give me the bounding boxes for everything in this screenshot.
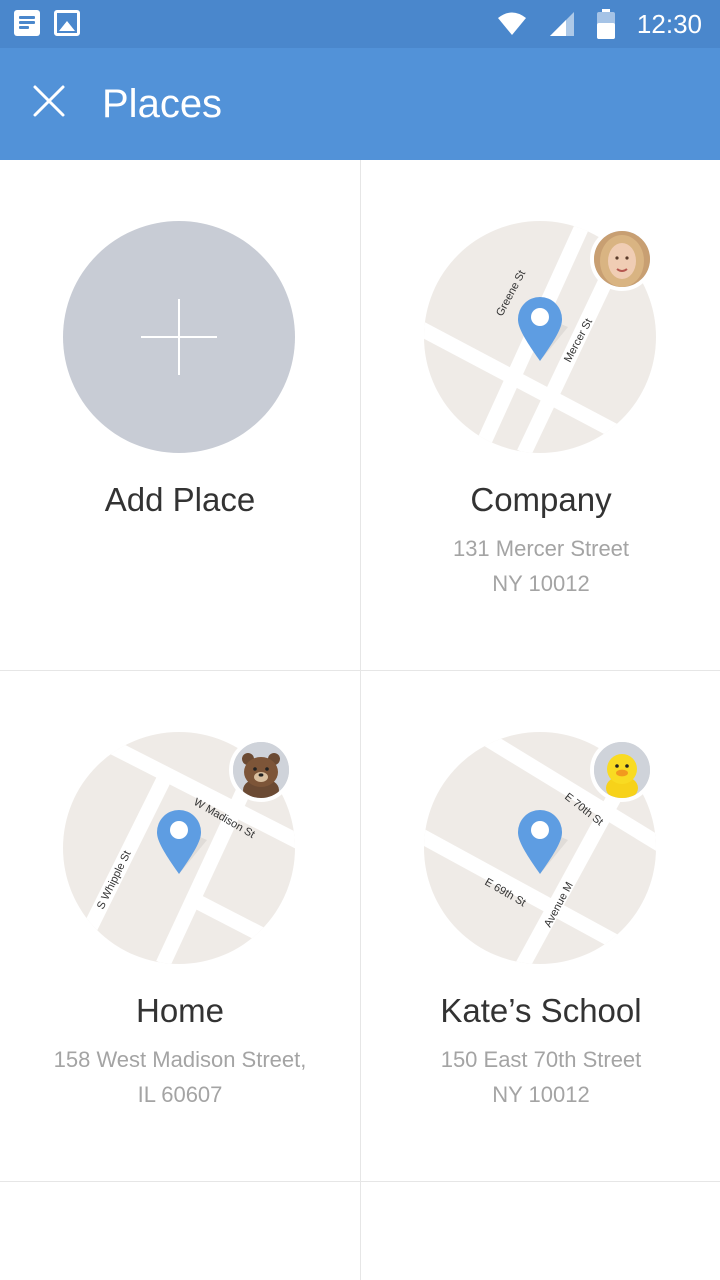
clock: 12:30 (636, 9, 702, 39)
signal-icon (549, 12, 574, 36)
add-place-button[interactable] (63, 221, 295, 453)
empty-tile (361, 1182, 720, 1280)
add-place-tile[interactable]: Add Place (0, 160, 360, 670)
place-address: 158 West Madison Street, (53, 1047, 307, 1072)
place-name: Home (135, 992, 225, 1029)
place-name: Company (470, 481, 612, 518)
battery-icon (596, 9, 615, 39)
app-bar: Places (0, 48, 720, 160)
close-icon (33, 85, 65, 117)
bear-avatar (229, 738, 293, 802)
wifi-icon (497, 12, 526, 35)
woman-avatar (590, 227, 654, 291)
chick-avatar (590, 738, 654, 802)
place-card-home[interactable]: W Madison St S Whipple St Home 158 West … (0, 671, 360, 1181)
places-grid: Add Place Greene St Mercer St Company 13… (0, 160, 720, 1280)
place-zip: NY 10012 (492, 571, 590, 596)
place-card-kates-school[interactable]: E 70th St E 69th St Avenue M Kate’s Scho… (361, 671, 720, 1181)
notes-icon (14, 10, 40, 36)
page-title: Places (102, 82, 223, 126)
place-address: 150 East 70th Street (440, 1047, 642, 1072)
place-zip: NY 10012 (492, 1082, 590, 1107)
place-zip: IL 60607 (137, 1082, 223, 1107)
close-button[interactable] (26, 78, 72, 124)
place-address: 131 Mercer Street (452, 536, 630, 561)
plus-icon (141, 299, 217, 375)
image-icon (54, 10, 80, 36)
empty-tile (0, 1182, 360, 1280)
status-bar: 12:30 (0, 0, 720, 48)
place-name: Kate’s School (440, 992, 642, 1029)
add-place-label: Add Place (104, 481, 256, 518)
place-card-company[interactable]: Greene St Mercer St Company 131 Mercer S… (361, 160, 720, 670)
